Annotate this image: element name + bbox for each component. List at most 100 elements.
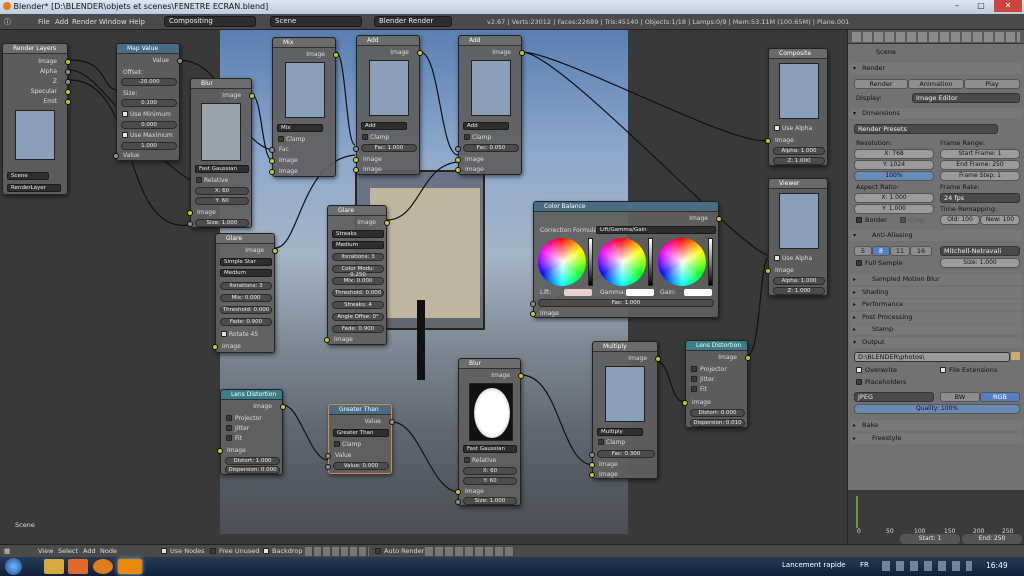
time-remap-new-field[interactable]: New: 100 [980,215,1020,225]
lift-color-wheel[interactable] [538,238,586,286]
socket[interactable] [272,248,278,254]
socket[interactable] [682,400,688,406]
use-alpha-checkbox[interactable] [774,125,780,131]
clamp-checkbox[interactable] [278,136,284,142]
performance-section[interactable]: Performance [850,299,1023,310]
socket[interactable] [113,153,119,159]
resolution-y-field[interactable]: Y: 1024 [854,160,934,170]
free-unused-checkbox[interactable] [210,548,216,554]
context-tabs-icons[interactable] [852,32,1020,42]
mix-mode-select[interactable]: Mix [277,124,323,132]
stamp-section[interactable]: Stamp [850,324,1023,335]
aspect-x-field[interactable]: X: 1.000 [854,193,934,203]
socket[interactable] [530,301,536,307]
resolution-percentage-field[interactable]: 100% [854,171,934,181]
mix-node[interactable]: Mix Image Mix Clamp Fac Image Image [269,37,339,177]
render-layers-node[interactable]: Render Layers Image Alpha Z Specular Emi… [2,43,71,195]
clamp-checkbox[interactable] [598,439,604,445]
glare-node[interactable]: Glare Image Simple Star Medium Iteration… [212,233,278,353]
glare-node[interactable]: Glare Image Streaks Medium Iterations: 3… [324,205,390,345]
use-maximum-checkbox[interactable] [122,132,128,138]
lift-value-slider[interactable] [588,238,593,286]
socket[interactable] [65,89,71,95]
lens-distortion-node[interactable]: Lens Distortion Image Projector Jitter F… [217,389,286,475]
clamp-checkbox[interactable] [464,134,470,140]
size-field[interactable]: 0.100 [121,99,177,107]
x-field[interactable]: X: 60 [463,467,517,475]
gamma-swatch[interactable] [626,289,654,296]
gain-value-slider[interactable] [708,238,713,286]
socket[interactable] [269,147,275,153]
threshold-field[interactable]: Threshold: 0.000 [332,289,384,297]
firefox-icon[interactable] [93,559,113,574]
socket[interactable] [519,50,525,56]
gamma-color-wheel[interactable] [598,238,646,286]
menu-window[interactable]: Window [99,14,127,30]
socket[interactable] [325,464,331,470]
socket[interactable] [384,220,390,226]
clamp-checkbox[interactable] [334,441,340,447]
frame-step-field[interactable]: Frame Step: 1 [940,171,1020,181]
start-button-icon[interactable] [5,558,22,575]
socket[interactable] [455,146,461,152]
socket[interactable] [212,344,218,350]
socket[interactable] [269,158,275,164]
explorer-icon[interactable] [44,559,64,574]
mix-field[interactable]: Mix: 0.000 [332,277,384,285]
fac-field[interactable]: Fac: 1.000 [361,144,417,152]
value-field[interactable]: Value: 0.000 [333,462,389,470]
lift-swatch[interactable] [564,289,592,296]
socket[interactable] [187,221,193,227]
use-nodes-checkbox[interactable] [161,548,167,554]
current-frame-marker[interactable] [856,496,858,528]
start-frame-field[interactable]: Start Frame: 1 [940,149,1020,159]
offset-field[interactable]: -20.000 [121,78,177,86]
placeholders-checkbox[interactable] [856,379,862,385]
glare-type-select[interactable]: Simple Star [220,258,272,266]
z-field[interactable]: Z: 1.000 [773,157,825,165]
socket[interactable] [217,448,223,454]
clamp-checkbox[interactable] [362,134,368,140]
glare-type-select[interactable]: Streaks [332,230,384,238]
fit-checkbox[interactable] [691,386,697,392]
timeline-end-field[interactable]: End: 250 [962,534,1022,544]
menu-select[interactable]: Select [58,547,78,555]
time-remap-old-field[interactable]: Old: 100 [940,215,980,225]
anti-aliasing-section[interactable]: Anti-Aliasing [850,230,1023,241]
quality-select[interactable]: Medium [332,241,384,249]
scene-selector[interactable]: Scene [270,16,362,27]
aa-filter-select[interactable]: Mitchell-Netravali [940,246,1020,256]
fade-field[interactable]: Fade: 0.900 [332,325,384,333]
quick-launch-label[interactable]: Lancement rapide [782,561,846,569]
z-field[interactable]: Z: 1.000 [773,287,825,295]
socket[interactable] [745,355,751,361]
quality-field[interactable]: Quality: 100% [854,404,1020,414]
full-sample-checkbox[interactable] [856,260,862,266]
aspect-y-field[interactable]: Y: 1.000 [854,204,934,214]
dispersion-field[interactable]: Dispersion: 0.000 [225,466,280,474]
render-presets-select[interactable]: Render Presets [854,124,998,134]
menu-node[interactable]: Node [100,547,117,555]
blur-type-select[interactable]: Fast Gaussian [463,445,517,453]
aa-size-field[interactable]: Size: 1.000 [940,258,1020,268]
size-field[interactable]: Size: 1.000 [195,219,249,227]
blur-node[interactable]: Blur Image Fast Gaussian Relative X: 60 … [187,78,255,228]
scene-select[interactable]: Scene [7,172,49,180]
socket[interactable] [65,69,71,75]
border-checkbox[interactable] [856,217,862,223]
minimize-button[interactable]: – [944,0,970,12]
node-editor[interactable]: Render Layers Image Alpha Z Specular Emi… [0,30,847,544]
maximize-button[interactable]: □ [968,0,994,12]
angle-offset-field[interactable]: Angle Offse: 0° [332,313,384,321]
menu-render[interactable]: Render [72,14,97,30]
threshold-field[interactable]: Threshold: 0.000 [220,306,272,314]
menu-add[interactable]: Add [55,14,69,30]
render-engine-selector[interactable]: Blender Render [374,16,452,27]
animation-button[interactable]: Animation [908,79,964,89]
post-processing-section[interactable]: Post Processing [850,312,1023,323]
socket[interactable] [280,404,286,410]
auto-render-checkbox[interactable] [375,548,381,554]
output-section[interactable]: Output [850,337,1023,348]
projector-checkbox[interactable] [691,366,697,372]
socket[interactable] [589,462,595,468]
